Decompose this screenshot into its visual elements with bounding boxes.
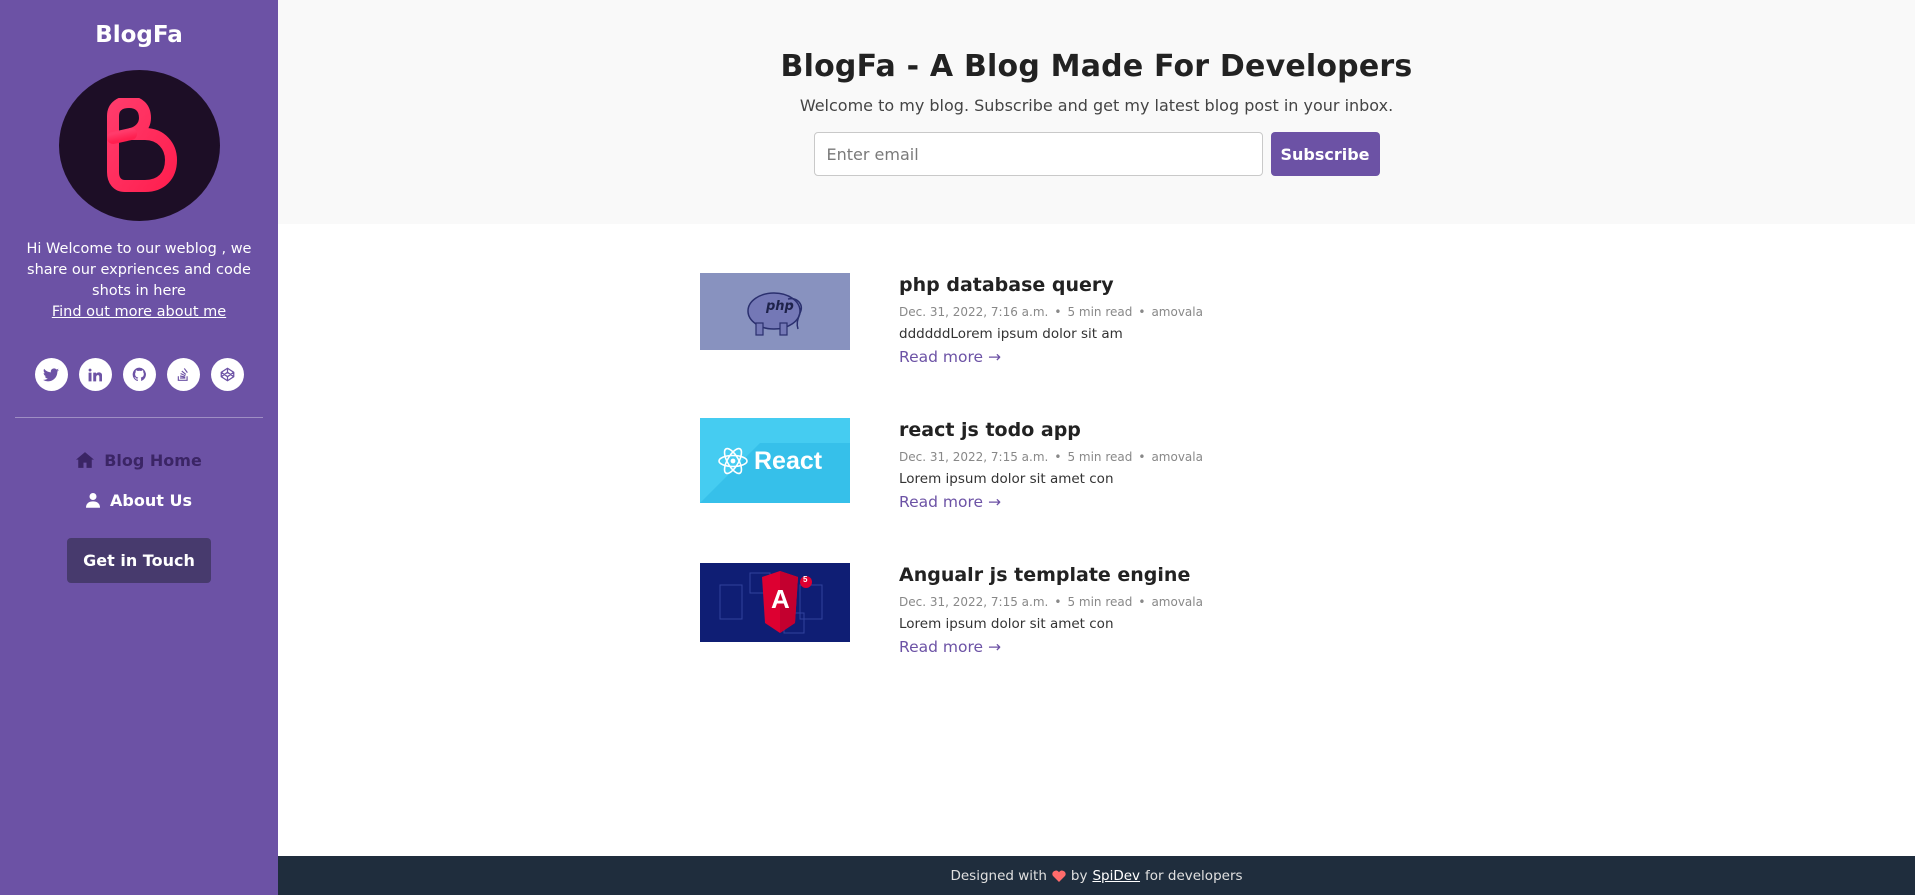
post-read-time: 5 min read bbox=[1067, 595, 1133, 609]
twitter-icon bbox=[43, 367, 59, 381]
avatar bbox=[58, 70, 220, 221]
post-thumbnail[interactable]: React bbox=[700, 418, 850, 503]
post-thumbnail[interactable]: A 5 bbox=[700, 563, 850, 642]
post-read-time: 5 min read bbox=[1067, 450, 1133, 464]
user-icon bbox=[86, 493, 101, 508]
subscribe-button[interactable]: Subscribe bbox=[1270, 132, 1380, 176]
thumbnail-text: A bbox=[771, 584, 790, 614]
footer-author-link[interactable]: SpiDev bbox=[1092, 868, 1140, 884]
read-more-link[interactable]: Read more → bbox=[899, 348, 1001, 366]
post-excerpt: ddddddLorem ipsum dolor sit am bbox=[899, 326, 1123, 342]
nav-about-us-label: About Us bbox=[110, 490, 192, 510]
page-tagline: Welcome to my blog. Subscribe and get my… bbox=[799, 96, 1394, 115]
subscribe-form: Subscribe bbox=[278, 132, 1915, 176]
post-meta: Dec. 31, 2022, 7:15 a.m. • 5 min read • amov… bbox=[899, 450, 1203, 464]
post-title[interactable]: php database query bbox=[899, 273, 1203, 297]
post-title[interactable]: Angualr js template engine bbox=[899, 563, 1203, 587]
home-icon bbox=[76, 452, 95, 468]
social-links bbox=[0, 358, 278, 391]
post-item: React react js todo app Dec. 31, 2022, 7… bbox=[700, 418, 1420, 563]
post-body: php database query Dec. 31, 2022, 7:16 a… bbox=[899, 273, 1203, 366]
about-me-link[interactable]: Find out more about me bbox=[52, 304, 226, 320]
page-title: BlogFa - A Blog Made For Developers bbox=[780, 49, 1413, 84]
nav-blog-home[interactable]: Blog Home bbox=[0, 440, 278, 480]
github-link[interactable] bbox=[122, 358, 156, 391]
get-in-touch-button[interactable]: Get in Touch bbox=[67, 538, 211, 583]
post-date: Dec. 31, 2022, 7:16 a.m. bbox=[899, 305, 1049, 319]
sidebar: BlogFa Hi Welcome to our weblog , we sha… bbox=[0, 0, 278, 895]
post-meta: Dec. 31, 2022, 7:15 a.m. • 5 min read • amov… bbox=[899, 595, 1203, 609]
sidebar-divider bbox=[15, 417, 263, 418]
thumbnail-badge: 5 bbox=[803, 575, 808, 584]
post-excerpt: Lorem ipsum dolor sit amet con bbox=[899, 471, 1114, 487]
linkedin-link[interactable] bbox=[78, 358, 112, 391]
thumbnail-text: php bbox=[766, 299, 794, 314]
footer-prefix: Designed with bbox=[950, 867, 1047, 884]
brand-link[interactable]: BlogFa bbox=[0, 22, 278, 48]
post-item: php php database query Dec. 31, 2022, 7:… bbox=[700, 273, 1420, 418]
post-author: amovala bbox=[1151, 595, 1203, 609]
codepen-link[interactable] bbox=[210, 358, 244, 391]
heart-icon bbox=[1052, 870, 1066, 882]
thumbnail-text: React bbox=[754, 447, 823, 475]
post-body: Angualr js template engine Dec. 31, 2022… bbox=[899, 563, 1203, 656]
post-thumbnail[interactable]: php bbox=[700, 273, 850, 350]
stack-overflow-icon bbox=[177, 368, 188, 381]
post-date: Dec. 31, 2022, 7:15 a.m. bbox=[899, 450, 1049, 464]
stack-overflow-link[interactable] bbox=[166, 358, 200, 391]
bio-text: Hi Welcome to our weblog , we share our … bbox=[26, 241, 252, 299]
page-footer: Designed with by SpiDev for developers bbox=[278, 856, 1915, 895]
post-date: Dec. 31, 2022, 7:15 a.m. bbox=[899, 595, 1049, 609]
blog-logo-icon bbox=[107, 98, 177, 192]
page-header: BlogFa - A Blog Made For Developers Welc… bbox=[278, 0, 1915, 224]
post-author: amovala bbox=[1151, 305, 1203, 319]
read-more-link[interactable]: Read more → bbox=[899, 493, 1001, 511]
linkedin-icon bbox=[88, 368, 102, 381]
email-input[interactable] bbox=[813, 132, 1263, 176]
post-excerpt: Lorem ipsum dolor sit amet con bbox=[899, 616, 1114, 632]
sidebar-nav: Blog Home About Us bbox=[0, 440, 278, 520]
post-author: amovala bbox=[1151, 450, 1203, 464]
footer-by: by bbox=[1070, 867, 1088, 884]
codepen-icon bbox=[220, 367, 234, 382]
read-more-link[interactable]: Read more → bbox=[899, 638, 1001, 656]
post-body: react js todo app Dec. 31, 2022, 7:15 a.… bbox=[899, 418, 1203, 511]
post-title[interactable]: react js todo app bbox=[899, 418, 1203, 442]
bio: Hi Welcome to our weblog , we share our … bbox=[14, 239, 264, 323]
post-read-time: 5 min read bbox=[1067, 305, 1133, 319]
github-icon bbox=[132, 367, 146, 382]
post-item: A 5 Angualr js template engine Dec. 31, … bbox=[700, 563, 1420, 708]
nav-blog-home-label: Blog Home bbox=[104, 450, 202, 470]
post-meta: Dec. 31, 2022, 7:16 a.m. • 5 min read • amov… bbox=[899, 305, 1203, 319]
post-list: php php database query Dec. 31, 2022, 7:… bbox=[700, 273, 1420, 708]
twitter-link[interactable] bbox=[34, 358, 68, 391]
footer-suffix: for developers bbox=[1145, 867, 1243, 884]
nav-about-us[interactable]: About Us bbox=[0, 480, 278, 520]
